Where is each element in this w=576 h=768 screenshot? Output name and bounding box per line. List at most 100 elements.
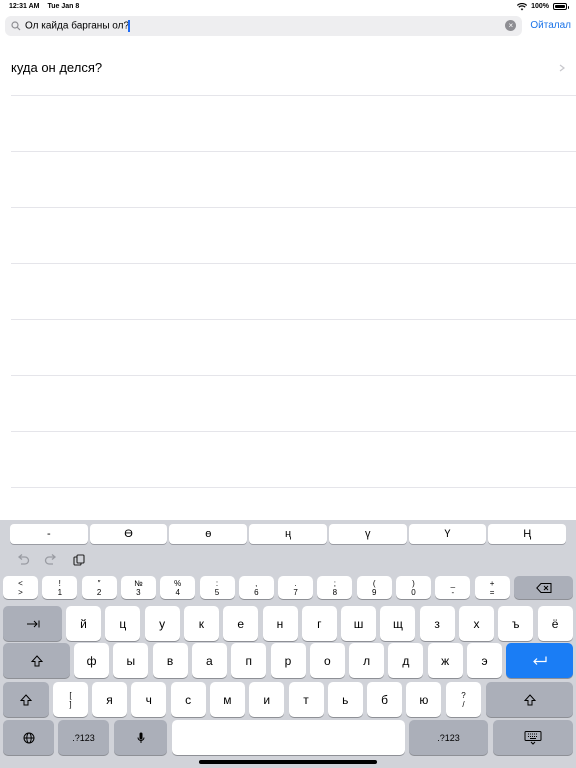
letter-key[interactable]: в <box>152 643 188 678</box>
number-key[interactable]: _ - <box>435 576 471 599</box>
numbers-key-right[interactable]: .?123 <box>409 720 488 755</box>
letter-key[interactable]: щ <box>380 606 416 641</box>
number-key[interactable]: ; 8 <box>317 576 353 599</box>
dictation-key[interactable] <box>114 720 167 755</box>
letter-key[interactable]: е <box>223 606 259 641</box>
letter-key[interactable]: ш <box>341 606 377 641</box>
suggestion-item[interactable]: - <box>10 524 88 544</box>
letter-key[interactable]: ж <box>427 643 463 678</box>
search-bar: Ол кайда барганы ол? × Ойталал <box>0 13 576 38</box>
key-bottom-symbol: 6 <box>254 587 259 597</box>
letter-key[interactable]: э <box>467 643 502 678</box>
letter-key[interactable]: ы <box>113 643 149 678</box>
hide-keyboard-key[interactable] <box>493 720 573 755</box>
key-top-symbol: ) <box>412 578 415 588</box>
letter-key[interactable]: х <box>459 606 494 641</box>
key-bottom-symbol: > <box>18 587 23 597</box>
suggestion-item[interactable]: Ө <box>89 524 168 544</box>
home-indicator <box>199 760 377 764</box>
number-key[interactable]: < > <box>3 576 38 599</box>
question-key[interactable]: ? / <box>446 682 481 717</box>
letter-key[interactable]: л <box>349 643 385 678</box>
letter-key[interactable]: й <box>66 606 101 641</box>
paste-icon[interactable] <box>70 551 88 569</box>
undo-icon[interactable] <box>14 551 32 569</box>
space-key[interactable] <box>172 720 405 755</box>
chevron-right-icon <box>559 64 565 71</box>
numbers-key[interactable]: .?123 <box>58 720 109 755</box>
letter-key[interactable]: к <box>183 606 219 641</box>
result-row[interactable]: куда он делся? <box>11 40 576 96</box>
status-date: Tue Jan 8 <box>47 3 80 10</box>
bracket-key[interactable]: [] <box>53 682 88 717</box>
letter-key[interactable]: у <box>144 606 180 641</box>
letter-key[interactable]: ч <box>131 682 167 717</box>
empty-row <box>11 264 576 320</box>
return-key[interactable] <box>506 643 573 678</box>
number-key[interactable]: .7 <box>278 576 314 599</box>
letter-key[interactable]: ю <box>406 682 442 717</box>
empty-row <box>11 320 576 376</box>
key-bottom-symbol: = <box>489 587 495 597</box>
caps-lock-key[interactable] <box>3 643 70 678</box>
number-key[interactable]: % 4 <box>160 576 196 599</box>
key-bottom-symbol: ] <box>69 699 72 709</box>
letter-key[interactable]: ц <box>105 606 141 641</box>
key-top-symbol: + <box>489 578 495 588</box>
suggestion-item[interactable]: ө <box>169 524 248 544</box>
letter-key[interactable]: п <box>231 643 267 678</box>
number-key[interactable]: ! 1 <box>42 576 78 599</box>
letter-key[interactable]: м <box>209 682 245 717</box>
redo-icon[interactable] <box>42 551 60 569</box>
letter-key[interactable]: я <box>92 682 127 717</box>
suggestion-item[interactable]: Ң <box>488 524 567 544</box>
key-bottom-symbol: 1 <box>57 587 63 597</box>
letter-key[interactable]: д <box>388 643 424 678</box>
suggestion-item[interactable]: ң <box>249 524 327 544</box>
shift-key[interactable] <box>3 682 49 717</box>
key-top-symbol: % <box>174 578 182 588</box>
tab-key[interactable] <box>3 606 62 641</box>
letter-key[interactable]: ф <box>74 643 109 678</box>
key-top-symbol: . <box>294 578 297 588</box>
letter-key[interactable]: р <box>270 643 306 678</box>
delete-icon <box>535 582 551 593</box>
number-key[interactable]: (9 <box>356 576 392 599</box>
suggestion-item[interactable]: ү <box>328 524 407 544</box>
clear-icon[interactable]: × <box>505 20 517 31</box>
key-bottom-symbol: 0 <box>411 587 416 597</box>
key-bottom-symbol: 3 <box>136 587 141 597</box>
globe-key[interactable] <box>3 720 54 755</box>
search-input[interactable]: Ол кайда барганы ол? <box>25 19 130 32</box>
letter-key[interactable]: ь <box>327 682 363 717</box>
cancel-button[interactable]: Ойталал <box>530 20 571 31</box>
letter-key[interactable]: с <box>170 682 206 717</box>
search-field[interactable]: Ол кайда барганы ол? × <box>5 15 523 36</box>
key-bottom-symbol: 8 <box>332 587 338 597</box>
letter-key[interactable]: а <box>191 643 227 678</box>
letter-key[interactable]: о <box>309 643 345 678</box>
number-key[interactable]: + = <box>474 576 510 599</box>
suggestion-item[interactable]: Ү <box>408 524 487 544</box>
letter-key[interactable]: т <box>288 682 324 717</box>
status-time: 12:31 AM <box>9 3 40 10</box>
letter-key[interactable]: з <box>419 606 455 641</box>
letter-key[interactable]: и <box>249 682 285 717</box>
key-top-symbol: ″ <box>97 578 101 588</box>
delete-key[interactable] <box>514 576 573 599</box>
number-key[interactable]: ) 0 <box>396 576 431 599</box>
letter-key[interactable]: ё <box>537 606 573 641</box>
number-key[interactable]: ″ 2 <box>81 576 117 599</box>
letter-key[interactable]: н <box>262 606 298 641</box>
number-key[interactable]: № 3 <box>120 576 156 599</box>
letter-key[interactable]: б <box>367 682 403 717</box>
shift-key-right[interactable] <box>486 682 573 717</box>
key-top-symbol: [ <box>69 690 72 700</box>
text-caret <box>128 19 130 32</box>
number-key[interactable]: ,6 <box>238 576 274 599</box>
key-bottom-symbol: 4 <box>175 587 180 597</box>
letter-key[interactable]: г <box>301 606 337 641</box>
number-key[interactable]: :5 <box>199 576 235 599</box>
microphone-icon <box>137 732 144 743</box>
letter-key[interactable]: ъ <box>498 606 534 641</box>
